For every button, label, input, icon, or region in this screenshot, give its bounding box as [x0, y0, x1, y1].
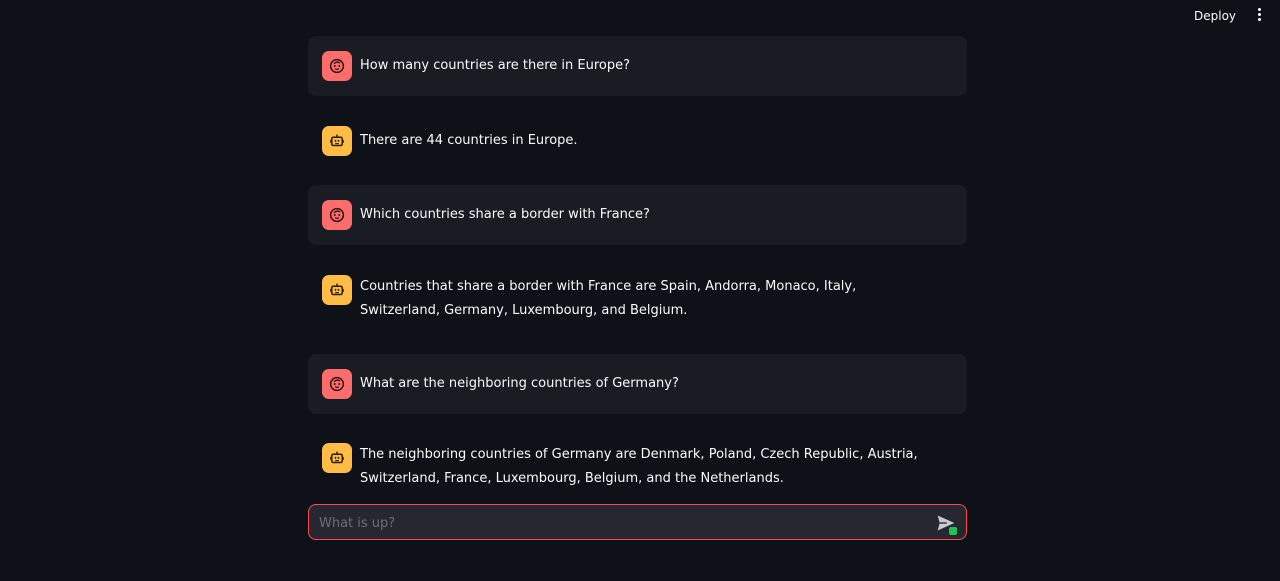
chat-message-assistant: Countries that share a border with Franc… — [308, 260, 967, 340]
robot-icon — [322, 275, 352, 305]
top-bar: Deploy — [0, 0, 1280, 32]
user-face-icon — [322, 200, 352, 230]
message-text: The neighboring countries of Germany are… — [360, 447, 918, 486]
chat-message-user: How many countries are there in Europe? — [308, 36, 967, 96]
status-indicator — [949, 527, 957, 535]
message-text: Countries that share a border with Franc… — [360, 279, 857, 318]
message-text: There are 44 countries in Europe. — [360, 133, 578, 148]
chat-message-user: Which countries share a border with Fran… — [308, 185, 967, 245]
chat-input-container — [308, 504, 967, 541]
robot-icon — [322, 126, 352, 156]
user-face-icon — [322, 369, 352, 399]
chat-message-user: What are the neighboring countries of Ge… — [308, 354, 967, 414]
chat-message-assistant: There are 44 countries in Europe. — [308, 111, 967, 171]
robot-icon — [322, 443, 352, 473]
user-face-icon — [322, 51, 352, 81]
message-text: What are the neighboring countries of Ge… — [360, 376, 679, 391]
send-button[interactable] — [936, 513, 958, 535]
message-text: Which countries share a border with Fran… — [360, 207, 650, 222]
chat-input[interactable] — [317, 505, 921, 541]
message-text: How many countries are there in Europe? — [360, 58, 631, 73]
vertical-dots-icon[interactable] — [1250, 6, 1268, 26]
deploy-button[interactable]: Deploy — [1186, 6, 1244, 26]
chat-message-assistant: The neighboring countries of Germany are… — [308, 428, 967, 500]
